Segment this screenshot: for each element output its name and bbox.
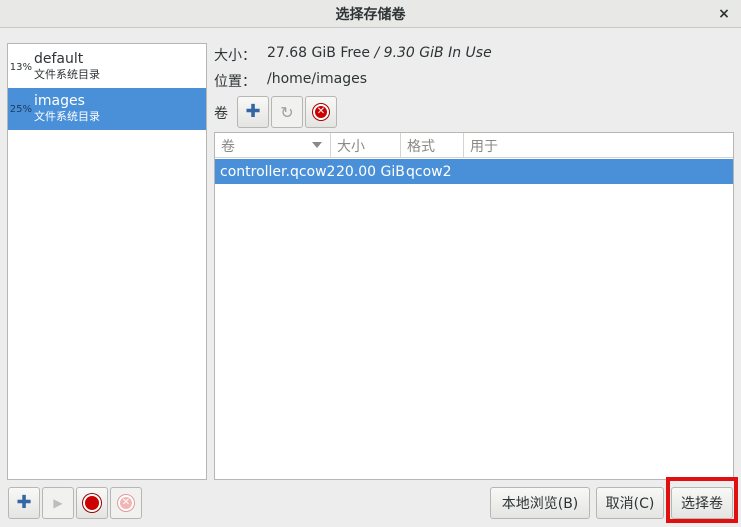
pool-name: default [34,51,84,67]
close-icon[interactable]: × [715,5,733,23]
column-header-volume[interactable]: 卷 [215,133,331,158]
add-pool-icon: ✚ [16,492,32,513]
pool-name: images [34,93,85,109]
choose-volume-button[interactable]: 选择卷 [671,487,733,519]
size-free: 27.68 GiB Free [267,45,371,61]
pool-usage: 13% [9,61,32,73]
volume-table[interactable]: 卷 大小 格式 用于 controller.qcow2 20.00 GiB qc… [214,132,734,480]
cell-volume-size: 20.00 GiB [336,163,405,180]
storage-pool-list[interactable]: 13% default 文件系统目录 25% images 文件系统目录 [7,43,207,480]
pool-size-row: 大小： 27.68 GiB Free / 9.30 GiB In Use [214,45,492,65]
add-volume-button[interactable]: ✚ [237,96,269,128]
size-used: 9.30 GiB In Use [383,45,492,61]
stop-pool-icon [85,496,99,510]
pool-location-row: 位置： /home/images [214,71,367,91]
table-header: 卷 大小 格式 用于 [215,133,733,158]
refresh-icon: ↻ [280,102,294,122]
cell-volume-format: qcow2 [406,163,452,180]
start-pool-button[interactable]: ▶ [42,487,74,519]
size-label: 大小： [214,48,256,64]
stop-pool-button[interactable] [76,487,108,519]
column-header-size[interactable]: 大小 [331,133,401,158]
delete-pool-button[interactable]: ✕ [110,487,142,519]
delete-pool-icon: ✕ [118,495,134,511]
delete-volume-icon: ✕ [313,104,329,120]
cancel-button[interactable]: 取消(C) [596,487,664,519]
start-pool-icon: ▶ [53,496,63,510]
column-header-used-by[interactable]: 用于 [464,133,733,158]
pool-item-images[interactable]: 25% images 文件系统目录 [8,88,206,130]
cell-volume-used-by [464,159,733,184]
volumes-label: 卷 [214,106,228,122]
pool-type: 文件系统目录 [34,68,100,81]
pool-item-default[interactable]: 13% default 文件系统目录 [8,46,206,88]
pool-usage: 25% [9,103,32,115]
size-separator: / [370,45,384,61]
size-value: 27.68 GiB Free / 9.30 GiB In Use [267,45,492,65]
table-row[interactable]: controller.qcow2 20.00 GiB qcow2 [215,159,733,184]
location-label: 位置： [214,74,256,90]
delete-volume-button[interactable]: ✕ [305,96,337,128]
cell-volume-name: controller.qcow2 [220,163,336,180]
column-header-format[interactable]: 格式 [401,133,464,158]
location-value: /home/images [267,71,368,87]
browse-local-button[interactable]: 本地浏览(B) [490,487,590,519]
add-volume-icon: ✚ [245,101,261,122]
window-title: 选择存储卷 [335,6,406,23]
add-pool-button[interactable]: ✚ [8,487,40,519]
title-bar: 选择存储卷 × [0,0,741,28]
sort-descending-icon [312,142,322,148]
pool-type: 文件系统目录 [34,110,100,123]
refresh-volumes-button[interactable]: ↻ [271,96,303,128]
